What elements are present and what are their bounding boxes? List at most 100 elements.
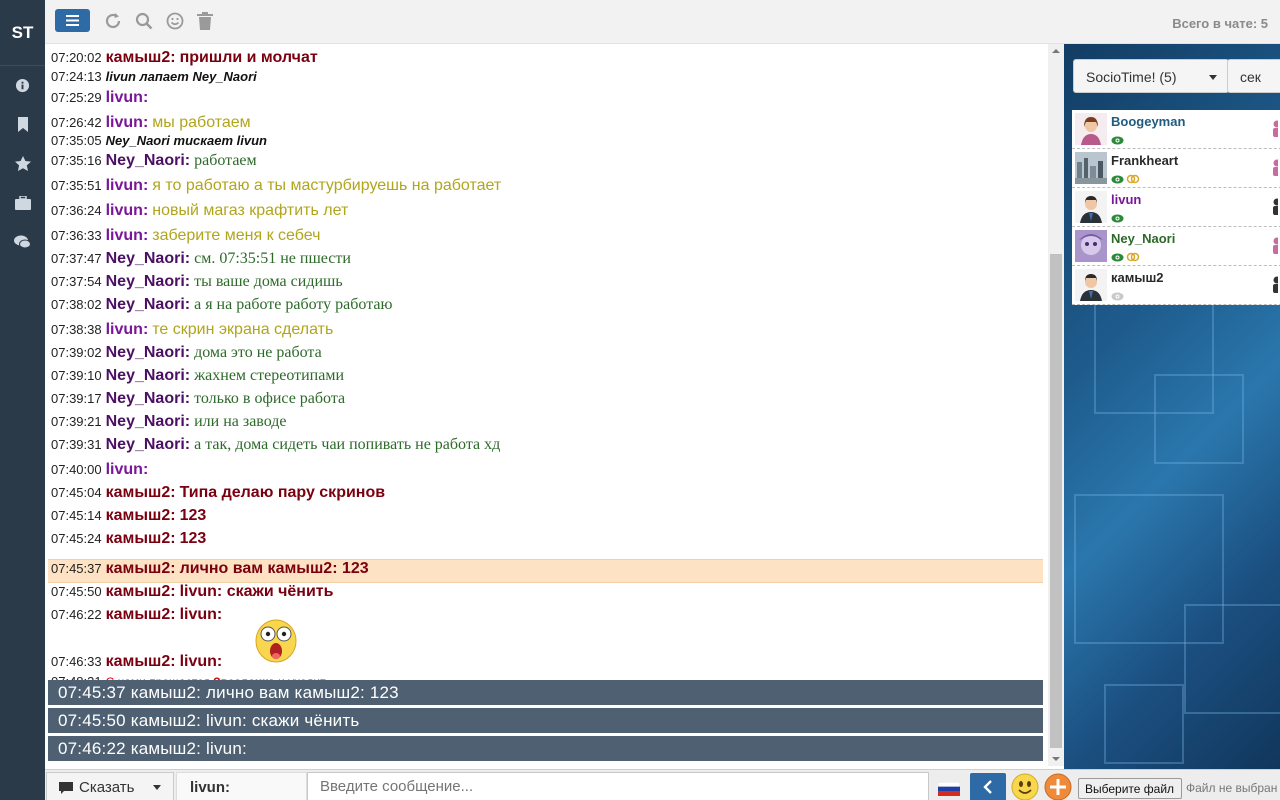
message-nick[interactable]: Ney_Naori:	[106, 436, 190, 453]
chat-message: 07:35:51 livun: я то работаю а ты мастурби…	[51, 177, 1043, 195]
message-time: 07:45:37	[51, 561, 102, 576]
female-avatar-icon[interactable]	[1075, 113, 1107, 145]
message-nick[interactable]: Ney_Naori:	[106, 344, 190, 361]
user-gender-icon	[1270, 237, 1280, 260]
city-photo-avatar[interactable]	[1075, 152, 1107, 184]
scroll-down-arrow-icon[interactable]	[1048, 752, 1064, 766]
user-name[interactable]: Frankheart	[1111, 153, 1178, 168]
refresh-icon[interactable]	[103, 11, 123, 31]
message-nick[interactable]: livun:	[106, 461, 149, 478]
chat-message: 07:26:42 livun: мы работаем	[51, 114, 1043, 132]
briefcase-icon[interactable]	[0, 183, 45, 222]
anime-avatar-icon[interactable]	[1075, 230, 1107, 262]
message-bar: Сказать livun: Выберите файл Файл не выб…	[45, 769, 1280, 800]
message-text: livun:	[179, 606, 223, 623]
message-nick[interactable]: камыш2:	[106, 484, 176, 501]
russian-flag-icon[interactable]	[937, 781, 961, 796]
scrollbar-thumb[interactable]	[1050, 254, 1062, 748]
menu-button[interactable]	[55, 9, 90, 32]
app-logo[interactable]: ST	[0, 0, 45, 66]
emoji-button-icon[interactable]	[1011, 773, 1039, 800]
chat-message: 07:36:24 livun: новый магаз крафтить лет	[51, 202, 1043, 220]
choose-file-button[interactable]: Выберите файл	[1078, 778, 1182, 799]
message-text: а так, дома сидеть чаи попивать не работ…	[194, 436, 501, 453]
bookmark-icon[interactable]	[0, 105, 45, 144]
message-nick[interactable]: камыш2:	[106, 530, 176, 547]
message-text: те скрин экрана сделать	[152, 321, 334, 338]
say-dropdown[interactable]: Сказать	[46, 772, 174, 800]
message-text: мы работаем	[152, 114, 251, 131]
add-button-icon[interactable]	[1044, 773, 1072, 800]
message-nick[interactable]: Ney_Naori:	[106, 296, 190, 313]
user-list-item[interactable]: livun	[1072, 188, 1280, 227]
search-icon[interactable]	[134, 11, 154, 31]
room-select-second[interactable]: сек	[1227, 59, 1280, 93]
info-icon[interactable]	[0, 66, 45, 105]
message-time: 07:37:47	[51, 251, 102, 266]
user-name[interactable]: камыш2	[1111, 270, 1164, 285]
message-nick[interactable]: Ney_Naori:	[106, 152, 190, 169]
message-nick[interactable]: livun:	[106, 202, 149, 219]
message-nick[interactable]: камыш2:	[106, 583, 176, 600]
trash-icon[interactable]	[195, 11, 215, 31]
top-toolbar: Всего в чате: 5	[45, 0, 1280, 44]
chat-icon[interactable]	[0, 222, 45, 261]
message-text: livun: скажи чёнить	[179, 583, 334, 600]
message-nick[interactable]: камыш2:	[106, 606, 176, 623]
smile-icon[interactable]	[165, 11, 185, 31]
message-nick[interactable]: Ney_Naori:	[106, 250, 190, 267]
rings-icon	[1126, 171, 1140, 189]
scroll-up-arrow-icon[interactable]	[1048, 44, 1064, 58]
eye-icon	[1111, 249, 1124, 267]
message-text: заберите меня к себеч	[152, 227, 321, 244]
room-select[interactable]: SocioTime! (5)	[1073, 59, 1229, 93]
pinned-message[interactable]: 07:46:22 камыш2: livun:	[48, 736, 1043, 761]
message-time: 07:40:00	[51, 462, 102, 477]
user-list-item[interactable]: Ney_Naori	[1072, 227, 1280, 266]
message-nick[interactable]: камыш2:	[106, 507, 176, 524]
user-name[interactable]: Boogeyman	[1111, 114, 1185, 129]
star-icon[interactable]	[0, 144, 45, 183]
message-nick[interactable]: livun:	[106, 114, 149, 131]
message-input[interactable]	[307, 772, 929, 800]
user-list-item[interactable]: Frankheart	[1072, 149, 1280, 188]
emote-text: livun лапает Ney_Naori	[105, 69, 257, 84]
message-nick[interactable]: livun:	[106, 89, 149, 106]
user-status-icons	[1111, 210, 1124, 228]
message-nick[interactable]: livun:	[106, 227, 149, 244]
menu-icon	[66, 15, 79, 26]
message-nick[interactable]: livun:	[106, 177, 149, 194]
message-nick[interactable]: livun:	[106, 321, 149, 338]
message-nick[interactable]: Ney_Naori:	[106, 413, 190, 430]
user-name[interactable]: livun	[1111, 192, 1141, 207]
user-list-item[interactable]: камыш2	[1072, 266, 1280, 305]
message-time: 07:45:04	[51, 485, 102, 500]
user-list-item[interactable]: Boogeyman	[1072, 110, 1280, 149]
message-nick[interactable]: камыш2:	[106, 49, 176, 66]
male-avatar-icon[interactable]	[1075, 269, 1107, 301]
pinned-message[interactable]: 07:45:37 камыш2: лично вам камыш2: 123	[48, 680, 1043, 705]
message-text: см. 07:35:51 не пшести	[194, 250, 351, 267]
eye-icon	[1111, 132, 1124, 150]
male-avatar-icon[interactable]	[1075, 191, 1107, 223]
emote-text: Ney_Naori тискает livun	[105, 133, 267, 148]
message-nick[interactable]: Ney_Naori:	[106, 367, 190, 384]
message-nick[interactable]: камыш2:	[106, 560, 176, 577]
message-time: 07:35:05	[51, 133, 102, 148]
chat-message-highlighted: 07:45:37 камыш2: лично вам камыш2: 123	[48, 559, 1043, 583]
message-nick[interactable]: Ney_Naori:	[106, 273, 190, 290]
message-time: 07:45:14	[51, 508, 102, 523]
user-status-icons	[1111, 171, 1140, 189]
message-nick[interactable]: камыш2:	[106, 653, 176, 670]
message-nick[interactable]: Ney_Naori:	[106, 390, 190, 407]
user-gender-icon	[1270, 198, 1280, 221]
message-time: 07:39:31	[51, 437, 102, 452]
recipient-field[interactable]: livun:	[176, 772, 307, 800]
back-button[interactable]	[970, 773, 1006, 800]
chat-scrollbar[interactable]	[1048, 44, 1064, 766]
pinned-message[interactable]: 07:45:50 камыш2: livun: скажи чёнить	[48, 708, 1043, 733]
user-name[interactable]: Ney_Naori	[1111, 231, 1175, 246]
chat-message: 07:39:31 Ney_Naori: а так, дома сидеть чаи…	[51, 436, 1043, 454]
shocked-face-icon	[254, 617, 298, 668]
message-time: 07:46:22	[51, 607, 102, 622]
